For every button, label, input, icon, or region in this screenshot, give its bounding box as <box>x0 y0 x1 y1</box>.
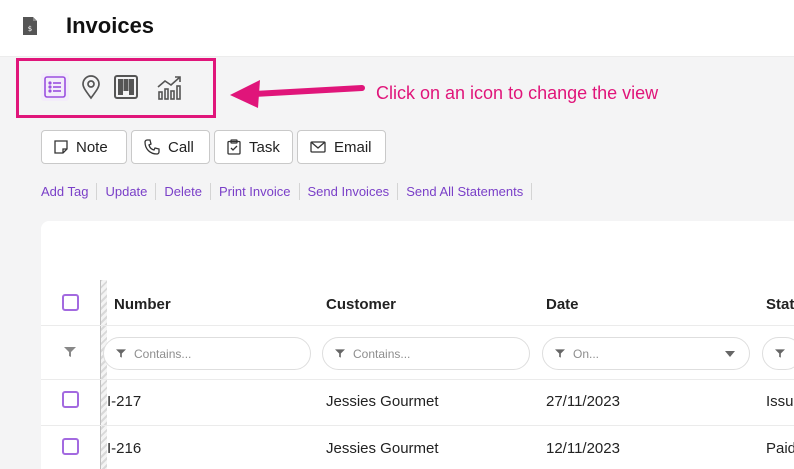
filter-funnel-icon <box>775 349 785 358</box>
chart-view-icon[interactable] <box>156 73 184 101</box>
delete-link[interactable]: Delete <box>155 183 210 200</box>
task-button-label: Task <box>249 138 280 156</box>
column-header-status[interactable]: Stat <box>766 296 794 313</box>
top-bar: $ Invoices <box>0 0 794 57</box>
column-header-customer[interactable]: Customer <box>326 296 396 313</box>
call-button[interactable]: Call <box>131 130 210 164</box>
row-divider <box>41 425 794 426</box>
row-checkbox[interactable] <box>62 391 79 408</box>
date-cell: 12/11/2023 <box>546 440 620 457</box>
envelope-icon <box>310 141 326 153</box>
send-invoices-link[interactable]: Send Invoices <box>298 183 398 200</box>
action-toolbar: Note Call Task Email <box>41 130 386 164</box>
email-button-label: Email <box>334 138 372 156</box>
list-view-icon[interactable] <box>41 73 69 101</box>
filter-placeholder: On... <box>573 346 600 361</box>
customer-cell: Jessies Gourmet <box>326 440 439 457</box>
column-header-date[interactable]: Date <box>546 296 579 313</box>
task-button[interactable]: Task <box>214 130 293 164</box>
bulk-action-links: Add Tag Update Delete Print Invoice Send… <box>41 183 533 200</box>
date-cell: 27/11/2023 <box>546 393 620 410</box>
filter-placeholder: Contains... <box>353 346 411 361</box>
callout-text: Click on an icon to change the view <box>376 83 659 103</box>
svg-text:$: $ <box>28 25 32 33</box>
filter-funnel-icon <box>116 349 126 358</box>
select-all-checkbox[interactable] <box>62 294 79 311</box>
number-filter-input[interactable]: Contains... <box>103 337 311 370</box>
kanban-board-icon[interactable] <box>112 73 140 101</box>
update-link[interactable]: Update <box>96 183 155 200</box>
invoice-number-cell: I-217 <box>107 393 142 410</box>
print-invoice-link[interactable]: Print Invoice <box>209 183 299 200</box>
status-cell: Paid <box>766 440 794 457</box>
row-checkbox[interactable] <box>62 438 79 455</box>
date-filter-select[interactable]: On... <box>542 337 750 370</box>
note-icon <box>54 140 68 154</box>
customer-cell: Jessies Gourmet <box>326 393 439 410</box>
invoice-number-cell: I-216 <box>107 440 142 457</box>
row-divider <box>41 325 794 326</box>
add-tag-link[interactable]: Add Tag <box>41 183 96 200</box>
call-button-label: Call <box>168 138 194 156</box>
filter-funnel-icon[interactable] <box>64 347 76 357</box>
link-separator <box>531 183 533 200</box>
note-button[interactable]: Note <box>41 130 127 164</box>
filter-placeholder: Contains... <box>134 346 192 361</box>
page-title: Invoices <box>66 13 155 38</box>
phone-icon <box>144 139 160 155</box>
chevron-down-icon <box>725 351 735 357</box>
filter-funnel-icon <box>555 349 565 358</box>
clipboard-check-icon <box>227 139 241 155</box>
column-divider-line <box>100 280 101 469</box>
email-button[interactable]: Email <box>297 130 386 164</box>
frozen-column-divider <box>100 280 107 469</box>
customer-filter-input[interactable]: Contains... <box>322 337 530 370</box>
callout-arrow <box>230 80 365 108</box>
status-cell: Issue <box>766 393 794 410</box>
filter-funnel-icon <box>335 349 345 358</box>
send-all-statements-link[interactable]: Send All Statements <box>397 183 531 200</box>
column-header-number[interactable]: Number <box>114 296 171 313</box>
status-filter-select[interactable] <box>762 337 794 370</box>
invoice-document-icon: $ <box>23 17 37 35</box>
row-divider <box>41 379 794 380</box>
map-pin-icon[interactable] <box>77 73 105 101</box>
note-button-label: Note <box>76 138 108 156</box>
